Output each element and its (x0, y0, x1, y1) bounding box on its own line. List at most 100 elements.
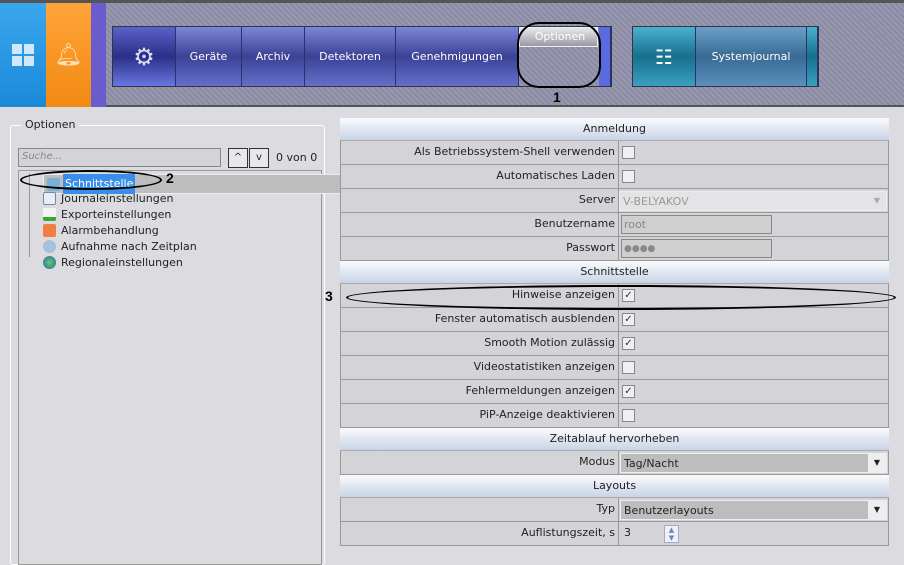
row-schnittstelle: Videostatistiken anzeigen (340, 356, 889, 380)
row-label: Fehlermeldungen anzeigen (341, 380, 619, 403)
windows-tile[interactable] (0, 3, 46, 107)
journal-end (807, 27, 818, 86)
row-schnittstelle: PiP-Anzeige deaktivieren (340, 404, 889, 428)
row-auflistungszeit: Auflistungszeit, s 3 ▲ ▼ (340, 522, 889, 546)
nav-geraete[interactable]: Geräte (176, 27, 242, 86)
server-value: V-BELYAKOV (623, 194, 689, 208)
row-server: Server V-BELYAKOV ▼ (340, 189, 889, 213)
tree-label: Exporteinstellungen (61, 207, 172, 221)
username-input[interactable]: root (621, 215, 772, 234)
row-value (619, 404, 888, 427)
chevron-down-icon: ▼ (873, 195, 881, 205)
time-input[interactable]: 3 (622, 524, 664, 543)
tree-label: Alarmbehandlung (61, 223, 159, 237)
nav-systemjournal[interactable]: Systemjournal (696, 27, 807, 86)
modus-value: Tag/Nacht (624, 456, 679, 470)
row-label: Modus (341, 451, 619, 474)
row-schnittstelle: Fehlermeldungen anzeigen ✓ (340, 380, 889, 404)
row-label: Automatisches Laden (341, 165, 619, 188)
annotation-1: 1 (553, 89, 561, 105)
globe-icon (43, 255, 56, 269)
windows-icon (12, 44, 34, 66)
alarm-tile[interactable]: 🔔︎ (46, 3, 91, 107)
row-schnittstelle: Smooth Motion zulässig ✓ (340, 332, 889, 356)
tree-item-schedule[interactable]: Aufnahme nach Zeitplan (43, 238, 199, 254)
fieldset-legend: Optionen (21, 118, 80, 131)
row-value: ✓ (619, 308, 888, 331)
annotation-2: 2 (166, 170, 174, 186)
modus-select[interactable]: Tag/Nacht ▼ (620, 452, 887, 473)
side-strip (91, 3, 106, 107)
spinner-icon[interactable]: ▲ ▼ (664, 524, 679, 543)
row-typ: Typ Benutzerlayouts ▼ (340, 498, 889, 522)
section-schnittstelle: Schnittstelle (340, 261, 889, 284)
tree-item-journal[interactable]: Journaleinstellungen (43, 190, 175, 206)
row-label: Passwort (341, 237, 619, 260)
row-label: Smooth Motion zulässig (341, 332, 619, 355)
nav-archiv[interactable]: Archiv (242, 27, 305, 86)
search-prev-button[interactable]: ^ (228, 148, 248, 168)
annotation-3: 3 (325, 288, 333, 304)
tree-label: Regionaleinstellungen (61, 255, 183, 269)
nav-detektoren[interactable]: Detektoren (305, 27, 396, 86)
row-shell: Als Betriebssystem-Shell verwenden (340, 141, 889, 165)
row-value: ✓ (619, 332, 888, 355)
bell-icon: 🔔︎ (54, 42, 83, 68)
tree-item-export[interactable]: Exporteinstellungen (43, 206, 173, 222)
export-icon (43, 207, 56, 221)
typ-select[interactable]: Benutzerlayouts ▼ (620, 499, 887, 520)
tree-item-alarm[interactable]: Alarmbehandlung (43, 222, 161, 238)
nav-genehmigungen[interactable]: Genehmigungen (396, 27, 519, 86)
option-checkbox[interactable] (622, 409, 635, 422)
tree-label: Journaleinstellungen (61, 191, 174, 205)
row-value (619, 356, 888, 379)
row-value: ✓ (619, 380, 888, 403)
chevron-down-icon: ▼ (868, 453, 886, 472)
server-select[interactable]: V-BELYAKOV ▼ (619, 190, 887, 211)
section-anmeldung: Anmeldung (340, 118, 889, 141)
property-grid: Anmeldung Als Betriebssystem-Shell verwe… (340, 118, 889, 546)
chevron-down-icon: ▼ (868, 500, 886, 519)
schedule-icon (43, 239, 56, 253)
password-input[interactable]: ●●●● (621, 239, 772, 258)
search-next-button[interactable]: v (249, 148, 269, 168)
alarm-icon (43, 223, 56, 237)
option-checkbox[interactable]: ✓ (622, 313, 635, 326)
option-checkbox[interactable] (622, 361, 635, 374)
row-label: Benutzername (341, 213, 619, 236)
journal-tile[interactable]: ☷ (633, 27, 696, 86)
gears-icon: ⚙ (133, 42, 155, 71)
tree-label: Aufnahme nach Zeitplan (61, 239, 197, 253)
row-label: Videostatistiken anzeigen (341, 356, 619, 379)
row-label: PiP-Anzeige deaktivieren (341, 404, 619, 427)
search-input[interactable]: Suche... (18, 148, 221, 167)
tree-item-regional[interactable]: Regionaleinstellungen (43, 254, 185, 270)
section-zeitablauf: Zeitablauf hervorheben (340, 428, 889, 451)
journal-settings-icon (43, 191, 56, 205)
row-password: Passwort ●●●● (340, 237, 889, 261)
row-modus: Modus Tag/Nacht ▼ (340, 451, 889, 475)
option-checkbox[interactable]: ✓ (622, 385, 635, 398)
systemjournal-group: ☷ Systemjournal (632, 26, 819, 87)
section-layouts: Layouts (340, 475, 889, 498)
top-bar: 🔔︎ ⚙ Geräte Archiv Detektoren Genehmigun… (0, 0, 904, 107)
typ-value: Benutzerlayouts (624, 503, 714, 517)
search-counter: 0 von 0 (276, 151, 318, 164)
checklist-icon: ☷ (655, 44, 673, 69)
row-schnittstelle: Fenster automatisch ausblenden ✓ (340, 308, 889, 332)
row-label: Fenster automatisch ausblenden (341, 308, 619, 331)
annotation-ellipse-3 (346, 285, 896, 310)
row-label: Auflistungszeit, s (341, 522, 619, 545)
annotation-ellipse-1 (517, 22, 601, 88)
row-autoload: Automatisches Laden (340, 165, 889, 189)
settings-tile[interactable]: ⚙ (113, 27, 176, 86)
row-label: Server (341, 189, 619, 212)
annotation-ellipse-2 (20, 170, 162, 190)
options-tree: Schnittstelle Journaleinstellungen Expor… (18, 170, 344, 565)
row-label: Als Betriebssystem-Shell verwenden (341, 141, 619, 164)
shell-checkbox[interactable] (622, 146, 635, 159)
row-label: Typ (341, 498, 619, 521)
row-username: Benutzername root (340, 213, 889, 237)
autoload-checkbox[interactable] (622, 170, 635, 183)
option-checkbox[interactable]: ✓ (622, 337, 635, 350)
